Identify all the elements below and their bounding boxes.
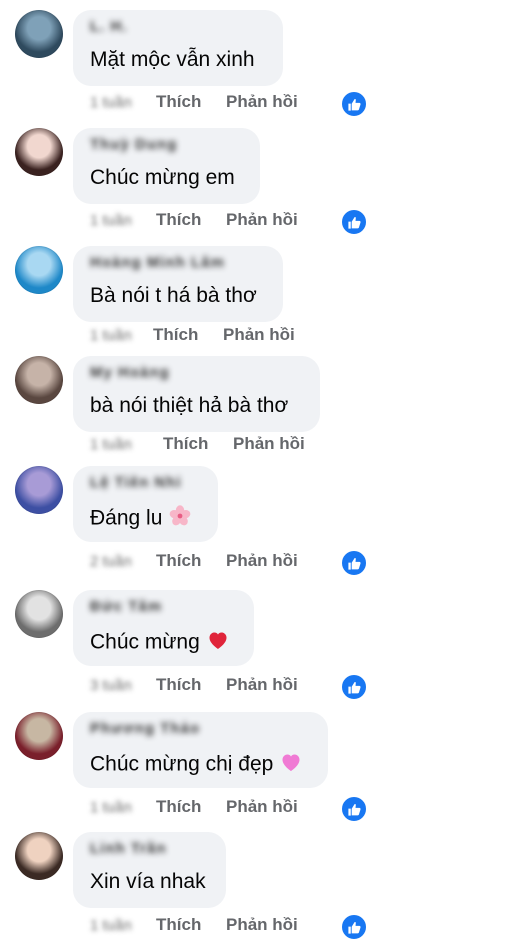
comment-timestamp[interactable]: 1 tuần xyxy=(90,94,132,114)
avatar[interactable] xyxy=(15,832,63,880)
comment-author[interactable]: My Hoàng xyxy=(90,364,170,384)
comment-author[interactable]: Linh Trần xyxy=(90,840,167,860)
comment-bubble: Hoàng Minh Lâm Bà nói t há bà thơ xyxy=(73,246,283,322)
comment-thread: L. H. Mặt mộc vẫn xinh 1 tuần Thích Phản hồi… xyxy=(0,0,520,943)
reply-button[interactable]: Phản hồi xyxy=(226,551,298,571)
comment-actions: 1 tuần Thích Phản hồi xyxy=(0,433,520,459)
comment-text: Chúc mừng em xyxy=(90,166,235,190)
comment-actions: 1 tuầnThíchPhản hồi2 xyxy=(0,914,520,940)
red-heart-icon xyxy=(206,628,230,658)
comment-text: Xin vía nhak xyxy=(90,870,206,894)
comment-text-content: Đáng lu xyxy=(90,506,163,530)
comment-author[interactable]: Đức Tâm xyxy=(90,598,162,618)
comment-text-content: bà nói thiệt hả bà thơ xyxy=(90,394,289,417)
comment-text-content: Chúc mừng em xyxy=(90,166,235,189)
like-button[interactable]: Thích xyxy=(156,675,201,695)
like-button[interactable]: Thích xyxy=(156,92,201,112)
comment-text: Đáng lu xyxy=(90,504,192,534)
comment-actions: 1 tuầnThíchPhản hồi5 xyxy=(0,209,520,235)
comment-text-content: Xin vía nhak xyxy=(90,870,206,893)
comment-bubble: Phương Thảo Chúc mừng chị đẹp xyxy=(73,712,328,788)
comment-actions: 3 tuần Thích Phản hồi xyxy=(0,674,520,700)
comment-timestamp[interactable]: 1 tuần xyxy=(90,799,132,819)
comment-actions: 1 tuầnThíchPhản hồi2 xyxy=(0,796,520,822)
like-button[interactable]: Thích xyxy=(163,434,208,454)
reply-button[interactable]: Phản hồi xyxy=(226,915,298,935)
comment-bubble: Lệ Tiên Nhi Đáng lu xyxy=(73,466,218,542)
comment-actions: 1 tuần Thích Phản hồi xyxy=(0,324,520,350)
comment-bubble: Thuỳ Dung Chúc mừng em xyxy=(73,128,260,204)
comment-text-content: Bà nói t há bà thơ xyxy=(90,284,257,307)
reply-button[interactable]: Phản hồi xyxy=(226,210,298,230)
like-thumb-icon[interactable] xyxy=(341,209,367,235)
pink-heart-icon xyxy=(279,750,303,780)
reply-button[interactable]: Phản hồi xyxy=(226,797,298,817)
comment-text: Mặt mộc vẫn xinh xyxy=(90,48,255,72)
comment-text: Chúc mừng chị đẹp xyxy=(90,750,303,780)
comment-bubble: L. H. Mặt mộc vẫn xinh xyxy=(73,10,283,86)
comment-timestamp[interactable]: 1 tuần xyxy=(90,436,132,456)
avatar[interactable] xyxy=(15,246,63,294)
comment-bubble: My Hoàng bà nói thiệt hả bà thơ xyxy=(73,356,320,432)
comment-timestamp[interactable]: 3 tuần xyxy=(90,677,132,697)
comment-bubble: Đức Tâm Chúc mừng xyxy=(73,590,254,666)
comment-timestamp[interactable]: 1 tuần xyxy=(90,212,132,232)
like-thumb-icon[interactable] xyxy=(341,674,367,700)
like-button[interactable]: Thích xyxy=(156,551,201,571)
like-thumb-icon[interactable] xyxy=(341,91,367,117)
like-thumb-icon[interactable] xyxy=(341,550,367,576)
comment-text-content: Mặt mộc vẫn xinh xyxy=(90,48,255,71)
comment-timestamp[interactable]: 1 tuần xyxy=(90,917,132,937)
like-button[interactable]: Thích xyxy=(156,915,201,935)
avatar[interactable] xyxy=(15,10,63,58)
comment-timestamp[interactable]: 1 tuần xyxy=(90,327,132,347)
comment-actions: 2 tuần Thích Phản hồi xyxy=(0,550,520,576)
comment-text: Bà nói t há bà thơ xyxy=(90,284,257,308)
comment-author[interactable]: Phương Thảo xyxy=(90,720,200,740)
avatar[interactable] xyxy=(15,712,63,760)
comment-author[interactable]: Thuỳ Dung xyxy=(90,136,177,156)
reply-button[interactable]: Phản hồi xyxy=(233,434,305,454)
reply-button[interactable]: Phản hồi xyxy=(223,325,295,345)
like-button[interactable]: Thích xyxy=(156,210,201,230)
comment-actions: 1 tuầnThíchPhản hồi8 xyxy=(0,91,520,117)
comment-author[interactable]: L. H. xyxy=(90,18,128,38)
comment-bubble: Linh Trần Xin vía nhak xyxy=(73,832,226,908)
comment-timestamp[interactable]: 2 tuần xyxy=(90,553,132,573)
reply-button[interactable]: Phản hồi xyxy=(226,92,298,112)
avatar[interactable] xyxy=(15,356,63,404)
comment-text: Chúc mừng xyxy=(90,628,230,658)
avatar[interactable] xyxy=(15,128,63,176)
comment-author[interactable]: Hoàng Minh Lâm xyxy=(90,254,225,274)
avatar[interactable] xyxy=(15,466,63,514)
comment-text-content: Chúc mừng xyxy=(90,630,200,654)
avatar[interactable] xyxy=(15,590,63,638)
comment-author[interactable]: Lệ Tiên Nhi xyxy=(90,474,182,494)
like-thumb-icon[interactable] xyxy=(341,914,367,940)
cherry-blossom-icon xyxy=(168,504,192,534)
comment-text: bà nói thiệt hả bà thơ xyxy=(90,394,288,418)
like-thumb-icon[interactable] xyxy=(341,796,367,822)
like-button[interactable]: Thích xyxy=(156,797,201,817)
reply-button[interactable]: Phản hồi xyxy=(226,675,298,695)
like-button[interactable]: Thích xyxy=(153,325,198,345)
comment-text-content: Chúc mừng chị đẹp xyxy=(90,752,274,776)
